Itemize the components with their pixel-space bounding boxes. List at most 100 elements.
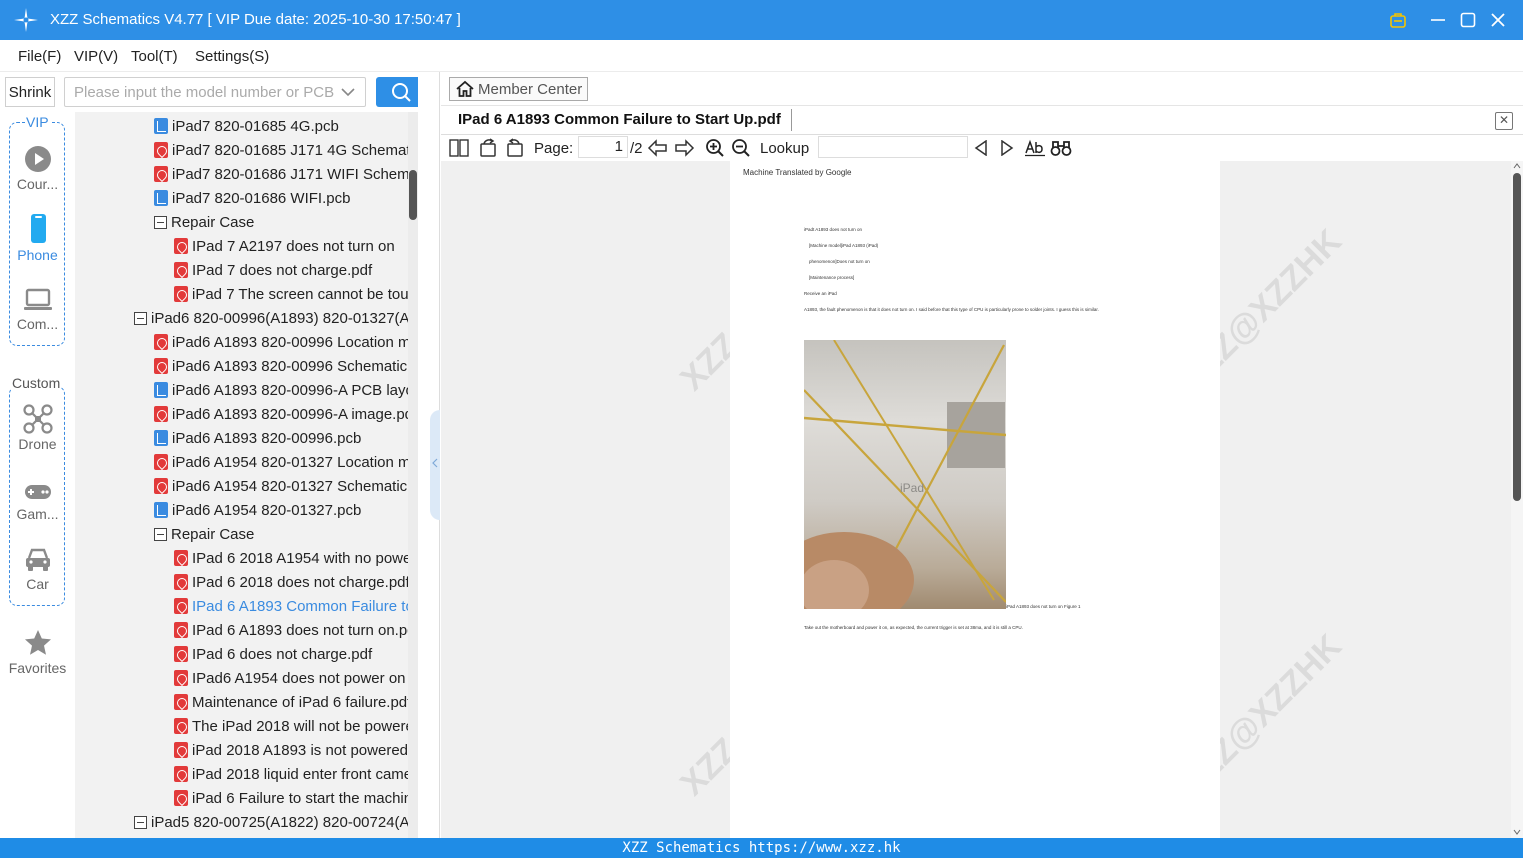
tree-item-label: iPad 7 The screen cannot be touched bbox=[192, 285, 408, 303]
tree-item-label: IPad6 A1954 does not power on bbox=[192, 669, 406, 687]
tree-file[interactable]: The iPad 2018 will not be powered bbox=[174, 714, 408, 738]
tree-file[interactable]: iPad7 820-01685 J171 4G Schematic bbox=[154, 138, 408, 162]
tree-scrollbar[interactable] bbox=[408, 112, 418, 838]
tree-file[interactable]: iPad6 A1893 820-00996-A PCB layout bbox=[154, 378, 408, 402]
menu-settings[interactable]: Settings(S) bbox=[195, 48, 269, 65]
pcb-file-icon bbox=[154, 118, 168, 134]
custom-group-label: Custom bbox=[11, 375, 62, 391]
sidebar-item-games[interactable]: Gam... bbox=[0, 480, 75, 522]
pdf-page: Machine Translated by Google iPadt A1893… bbox=[730, 161, 1220, 838]
rotate-right-icon[interactable] bbox=[505, 138, 525, 158]
menu-tool[interactable]: Tool(T) bbox=[131, 48, 178, 65]
sidebar-item-car[interactable]: Car bbox=[0, 546, 75, 592]
sidebar-item-label: Com... bbox=[16, 316, 59, 332]
close-button[interactable] bbox=[1486, 8, 1510, 32]
zoom-out-icon[interactable] bbox=[731, 138, 751, 158]
tree-file[interactable]: IPad6 A1954 does not power on bbox=[174, 666, 406, 690]
rotate-left-icon[interactable] bbox=[478, 138, 498, 158]
minimize-button[interactable] bbox=[1426, 8, 1450, 32]
tree-file[interactable]: IPad 6 2018 A1954 with no power bbox=[174, 546, 408, 570]
tree-file[interactable]: Maintenance of iPad 6 failure.pdf bbox=[174, 690, 408, 714]
sidebar-item-phone[interactable]: Phone bbox=[0, 213, 75, 263]
tree-item-label: iPad6 A1954 820-01327.pcb bbox=[172, 501, 362, 519]
lookup-input[interactable] bbox=[818, 136, 968, 158]
page-text: A1893, the fault phenomenon is that it d… bbox=[804, 307, 1099, 312]
vip-bag-icon[interactable] bbox=[1386, 8, 1410, 32]
match-case-icon[interactable] bbox=[1024, 138, 1046, 158]
binoculars-icon[interactable] bbox=[1050, 138, 1072, 158]
tree-file[interactable]: iPad7 820-01685 4G.pcb bbox=[154, 114, 339, 138]
tree-file[interactable]: iPad 2018 liquid enter front camera bbox=[174, 762, 408, 786]
tree-file[interactable]: iPad6 A1893 820-00996 Location map bbox=[154, 330, 408, 354]
next-page-icon[interactable] bbox=[673, 138, 695, 158]
tree-file[interactable]: IPad 7 A2197 does not turn on bbox=[174, 234, 395, 258]
sidebar-item-courses[interactable]: Cour... bbox=[0, 144, 75, 192]
tree-item-label: Maintenance of iPad 6 failure.pdf bbox=[192, 693, 408, 711]
tree-file[interactable]: iPad 6 Failure to start the machine bbox=[174, 786, 408, 810]
pdf-toolbar: Page: 1 /2 Lookup bbox=[441, 135, 1523, 161]
sidebar-item-computer[interactable]: Com... bbox=[0, 286, 75, 332]
tree-file[interactable]: IPad 6 does not charge.pdf bbox=[174, 642, 372, 666]
tree-folder[interactable]: iPad5 820-00725(A1822) 820-00724(A1823) bbox=[134, 810, 408, 834]
zoom-in-icon[interactable] bbox=[705, 138, 725, 158]
collapse-handle[interactable] bbox=[430, 410, 440, 520]
tree-file[interactable]: iPad7 820-01686 WIFI.pcb bbox=[154, 186, 350, 210]
panel-splitter[interactable] bbox=[418, 72, 440, 838]
menu-vip[interactable]: VIP(V) bbox=[74, 48, 118, 65]
tree-file[interactable]: iPad6 A1954 820-01327 Location map bbox=[154, 450, 408, 474]
tree-file[interactable]: IPad 6 A1893 Common Failure to Start Up.… bbox=[174, 594, 408, 618]
tree-file[interactable]: iPad 7 The screen cannot be touched bbox=[174, 282, 408, 306]
category-sidebar: Shrink VIP Cour... Phone Com... Custom D… bbox=[0, 72, 75, 838]
pdf-viewer[interactable]: XZZ@XZZHK XZZ@XZZHK XZZ@XZZHK XZZ@XZZHK … bbox=[441, 161, 1523, 838]
tree-file[interactable]: IPad 6 A1893 does not turn on.pdf bbox=[174, 618, 408, 642]
viewer-scroll-thumb[interactable] bbox=[1513, 173, 1521, 501]
tree-item-label: IPad 7 A2197 does not turn on bbox=[192, 237, 395, 255]
tree-file[interactable]: iPad6 A1954 820-01327.pcb bbox=[154, 498, 361, 522]
pdf-file-icon bbox=[174, 574, 188, 590]
chevron-down-icon[interactable] bbox=[341, 87, 355, 97]
scroll-down-icon[interactable] bbox=[1513, 829, 1521, 835]
two-page-view-icon[interactable] bbox=[449, 138, 469, 158]
close-document-icon[interactable]: ✕ bbox=[1495, 112, 1513, 130]
tree-file[interactable]: IPad 6 2018 does not charge.pdf bbox=[174, 570, 408, 594]
tree-file[interactable]: iPad6 A1893 820-00996-A image.pdf bbox=[154, 402, 408, 426]
pcb-file-icon bbox=[154, 502, 168, 518]
tree-folder[interactable]: iPad6 820-00996(A1893) 820-01327(A1954) bbox=[134, 306, 408, 330]
tree-file[interactable]: iPad 2018 A1893 is not powered bbox=[174, 738, 408, 762]
tree-file[interactable]: iPad6 A1893 820-00996 Schematic bbox=[154, 354, 407, 378]
collapse-icon[interactable] bbox=[134, 815, 147, 829]
viewer-scrollbar[interactable] bbox=[1511, 161, 1523, 838]
scroll-up-icon[interactable] bbox=[1513, 163, 1521, 169]
collapse-icon[interactable] bbox=[154, 215, 167, 229]
tree-file[interactable]: iPad7 820-01686 J171 WIFI Schematic bbox=[154, 162, 408, 186]
collapse-icon[interactable] bbox=[154, 527, 167, 541]
find-next-icon[interactable] bbox=[999, 138, 1015, 158]
tree-file[interactable]: IPad 7 does not charge.pdf bbox=[174, 258, 372, 282]
photo-ipad-text: iPad bbox=[900, 481, 925, 495]
collapse-icon[interactable] bbox=[134, 311, 147, 325]
search-input[interactable]: Please input the model number or PCB bbox=[64, 77, 366, 107]
shrink-button[interactable]: Shrink bbox=[5, 77, 55, 107]
find-previous-icon[interactable] bbox=[973, 138, 989, 158]
file-tree: iPad7 820-01685 4G.pcb iPad7 820-01685 J1… bbox=[75, 112, 408, 838]
tree-folder[interactable]: Repair Case bbox=[154, 210, 254, 234]
tree-folder[interactable]: Repair Case bbox=[154, 522, 254, 546]
menu-file[interactable]: File(F) bbox=[18, 48, 61, 65]
pdf-file-icon bbox=[154, 142, 168, 158]
maximize-button[interactable] bbox=[1456, 8, 1480, 32]
drone-icon bbox=[22, 404, 53, 434]
previous-page-icon[interactable] bbox=[647, 138, 669, 158]
page-number-input[interactable]: 1 bbox=[578, 136, 628, 158]
sidebar-item-favorites[interactable]: Favorites bbox=[0, 628, 75, 676]
lookup-label: Lookup bbox=[760, 139, 810, 157]
tree-scroll-thumb[interactable] bbox=[409, 170, 417, 220]
car-icon bbox=[25, 548, 50, 571]
member-center-button[interactable]: Member Center bbox=[449, 77, 588, 101]
tree-file[interactable]: iPad6 A1893 820-00996.pcb bbox=[154, 426, 361, 450]
document-tab-bar: IPad 6 A1893 Common Failure to Start Up.… bbox=[441, 105, 1523, 135]
sidebar-item-label: Phone bbox=[17, 247, 58, 263]
sidebar-item-drone[interactable]: Drone bbox=[0, 404, 75, 452]
tree-file[interactable]: iPad6 A1954 820-01327 Schematic bbox=[154, 474, 407, 498]
document-tab[interactable]: IPad 6 A1893 Common Failure to Start Up.… bbox=[458, 111, 781, 128]
pdf-file-icon bbox=[154, 166, 168, 182]
